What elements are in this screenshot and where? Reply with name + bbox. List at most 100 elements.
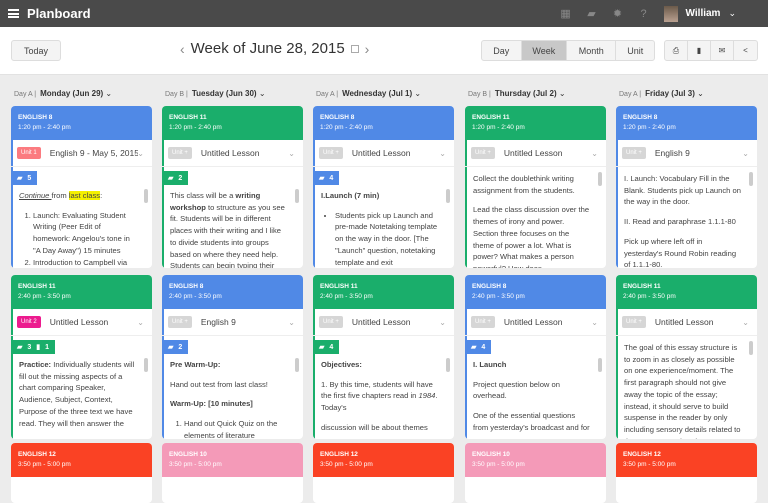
calendar-icon[interactable]: ▦	[560, 8, 572, 20]
unit-badge[interactable]: Unit +	[168, 316, 192, 328]
chevron-down-icon[interactable]: ⌄	[695, 89, 704, 98]
unit-badge[interactable]: Unit +	[168, 147, 192, 159]
lesson-content[interactable]: Collect the doublethink writing assignme…	[467, 168, 596, 268]
lesson-card[interactable]: ENGLISH 8 1:20 pm - 2:40 pm Unit 1 English …	[11, 106, 152, 268]
file-icon[interactable]: ▮	[688, 41, 711, 60]
calendar-picker-icon[interactable]	[350, 44, 359, 53]
lesson-card[interactable]: ENGLISH 10 3:50 pm - 5:00 pm	[162, 443, 303, 503]
lesson-selector[interactable]: Unit + Untitled Lesson ⌄	[313, 309, 454, 336]
scrollbar-thumb[interactable]	[749, 341, 753, 355]
unit-badge[interactable]: Unit +	[471, 316, 495, 328]
lesson-content[interactable]: The goal of this essay structure is to z…	[618, 337, 747, 439]
attachment-badges[interactable]: ▰ 2	[162, 171, 189, 185]
next-week-button[interactable]: ›	[365, 41, 370, 57]
unit-badge[interactable]: Unit +	[319, 147, 343, 159]
lesson-card[interactable]: ENGLISH 8 1:20 pm - 2:40 pm Unit + Untitled…	[313, 106, 454, 268]
lesson-selector[interactable]: Unit + Untitled Lesson ⌄	[465, 309, 606, 336]
chevron-down-icon[interactable]: ⌄	[412, 89, 421, 98]
chevron-down-icon[interactable]: ⌄	[439, 318, 446, 327]
chevron-down-icon[interactable]: ⌄	[742, 318, 749, 327]
scrollbar-thumb[interactable]	[598, 172, 602, 186]
unit-badge[interactable]: Unit +	[319, 316, 343, 328]
chevron-down-icon[interactable]: ⌄	[137, 318, 144, 327]
unit-badge[interactable]: Unit 2	[17, 316, 41, 328]
scrollbar-thumb[interactable]	[446, 189, 450, 203]
unit-badge[interactable]: Unit +	[622, 316, 646, 328]
day-header[interactable]: Day A | Monday (Jun 29) ⌄	[14, 89, 112, 98]
scrollbar-thumb[interactable]	[446, 358, 450, 372]
user-name[interactable]: William	[686, 8, 721, 19]
view-month-button[interactable]: Month	[567, 41, 617, 60]
unit-badge[interactable]: Unit +	[622, 147, 646, 159]
attachment-badges[interactable]: ▰ 5	[11, 171, 38, 185]
scrollbar-thumb[interactable]	[295, 358, 299, 372]
view-unit-button[interactable]: Unit	[616, 41, 654, 60]
lesson-selector[interactable]: Unit + Untitled Lesson ⌄	[465, 140, 606, 167]
lesson-card[interactable]: ENGLISH 12 3:50 pm - 5:00 pm	[313, 443, 454, 503]
menu-icon[interactable]	[8, 9, 19, 18]
chevron-down-icon[interactable]: ⌄	[257, 89, 266, 98]
gear-icon[interactable]: ✹	[612, 8, 624, 20]
today-button[interactable]: Today	[11, 40, 61, 61]
unit-badge[interactable]: Unit +	[471, 147, 495, 159]
lesson-content[interactable]: I. Launch: Vocabulary Fill in the Blank.…	[618, 168, 747, 268]
scrollbar-thumb[interactable]	[598, 358, 602, 372]
chevron-down-icon[interactable]: ⌄	[288, 149, 295, 158]
chevron-down-icon[interactable]: ⌄	[557, 89, 566, 98]
email-icon[interactable]: ✉	[711, 41, 734, 60]
day-header[interactable]: Day A | Wednesday (Jul 1) ⌄	[316, 89, 421, 98]
attachment-badges[interactable]: ▰ 2	[162, 340, 189, 354]
help-icon[interactable]: ?	[638, 8, 650, 20]
lesson-card[interactable]: ENGLISH 12 3:50 pm - 5:00 pm	[11, 443, 152, 503]
lesson-content[interactable]: I. Launch Project question below on overh…	[467, 354, 596, 439]
chevron-down-icon[interactable]: ⌄	[742, 149, 749, 158]
share-icon[interactable]: <	[734, 41, 757, 60]
lesson-card[interactable]: ENGLISH 11 2:40 pm - 3:50 pm Unit 2 Untitle…	[11, 275, 152, 439]
lesson-selector[interactable]: Unit + English 9 ⌄	[162, 309, 303, 336]
lesson-content[interactable]: Pre Warm-Up: Hand out test from last clas…	[164, 354, 293, 439]
attachment-badges[interactable]: ▰ 4	[313, 340, 340, 354]
lesson-content[interactable]: I.Launch (7 min) Students pick up Launch …	[315, 185, 444, 268]
scrollbar-thumb[interactable]	[144, 189, 148, 203]
lesson-selector[interactable]: Unit + English 9 ⌄	[616, 140, 757, 167]
lesson-content[interactable]: Practice: Individually students will fil…	[13, 354, 142, 439]
unit-badge[interactable]: Unit 1	[17, 147, 41, 159]
attachment-badges[interactable]: ▰ 4	[465, 340, 492, 354]
day-header[interactable]: Day B | Thursday (Jul 2) ⌄	[468, 89, 566, 98]
chevron-down-icon[interactable]: ⌄	[137, 149, 144, 158]
print-icon[interactable]: ⎙	[665, 41, 688, 60]
lesson-card[interactable]: ENGLISH 11 1:20 pm - 2:40 pm Unit + Untitle…	[465, 106, 606, 268]
lesson-selector[interactable]: Unit 1 English 9 - May 5, 2015 ⌄	[11, 140, 152, 167]
book-icon[interactable]: ▰	[586, 8, 598, 20]
chevron-down-icon[interactable]: ⌄	[591, 318, 598, 327]
lesson-card[interactable]: ENGLISH 11 2:40 pm - 3:50 pm Unit + Untitle…	[616, 275, 757, 439]
chevron-down-icon[interactable]: ⌄	[288, 318, 295, 327]
avatar[interactable]	[663, 5, 678, 22]
chevron-down-icon[interactable]: ⌄	[728, 8, 736, 19]
prev-week-button[interactable]: ‹	[180, 41, 185, 57]
scrollbar-thumb[interactable]	[749, 172, 753, 186]
view-week-button[interactable]: Week	[521, 41, 568, 60]
attachment-badges[interactable]: ▰ 4	[313, 171, 340, 185]
chevron-down-icon[interactable]: ⌄	[103, 89, 112, 98]
lesson-selector[interactable]: Unit + Untitled Lesson ⌄	[313, 140, 454, 167]
attachment-badges[interactable]: ▰ 3 ▮ 1	[11, 340, 56, 354]
lesson-content[interactable]: This class will be a writing workshop to…	[164, 185, 293, 268]
lesson-card[interactable]: ENGLISH 12 3:50 pm - 5:00 pm	[616, 443, 757, 503]
lesson-content[interactable]: Objectives: 1. By this time, students wil…	[315, 354, 444, 439]
day-header[interactable]: Day A | Friday (Jul 3) ⌄	[619, 89, 704, 98]
lesson-card[interactable]: ENGLISH 11 2:40 pm - 3:50 pm Unit + Untitle…	[313, 275, 454, 439]
lesson-card[interactable]: ENGLISH 8 2:40 pm - 3:50 pm Unit + English …	[162, 275, 303, 439]
lesson-card[interactable]: ENGLISH 8 2:40 pm - 3:50 pm Unit + Untitled…	[465, 275, 606, 439]
lesson-card[interactable]: ENGLISH 11 1:20 pm - 2:40 pm Unit + Untitle…	[162, 106, 303, 268]
scrollbar-thumb[interactable]	[144, 358, 148, 372]
view-day-button[interactable]: Day	[482, 41, 522, 60]
lesson-card[interactable]: ENGLISH 8 1:20 pm - 2:40 pm Unit + English …	[616, 106, 757, 268]
lesson-content[interactable]: Continue from last class: Launch: Evaluat…	[13, 185, 142, 268]
lesson-selector[interactable]: Unit + Untitled Lesson ⌄	[616, 309, 757, 336]
day-header[interactable]: Day B | Tuesday (Jun 30) ⌄	[165, 89, 266, 98]
chevron-down-icon[interactable]: ⌄	[439, 149, 446, 158]
lesson-card[interactable]: ENGLISH 10 3:50 pm - 5:00 pm	[465, 443, 606, 503]
scrollbar-thumb[interactable]	[295, 189, 299, 203]
lesson-selector[interactable]: Unit + Untitled Lesson ⌄	[162, 140, 303, 167]
